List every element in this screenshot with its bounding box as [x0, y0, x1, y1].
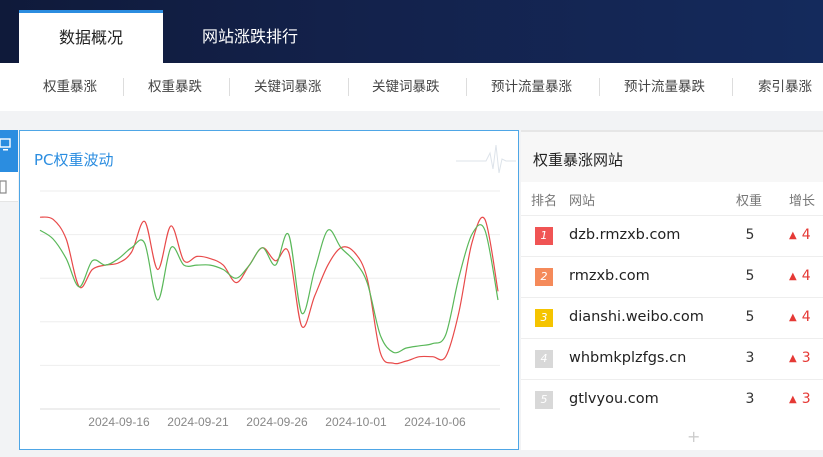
- monitor-icon: [0, 138, 11, 151]
- up-arrow-icon: ▲: [789, 230, 797, 241]
- sub-nav: 权重暴涨 权重暴跌 关键词暴涨 关键词暴跌 预计流量暴涨 预计流量暴跌 索引暴涨: [0, 63, 823, 111]
- weight-value: 5: [745, 268, 755, 284]
- tab-site-ranking[interactable]: 网站涨跌排行: [180, 10, 320, 63]
- subnav-divider: [123, 78, 124, 96]
- growth-number: 4: [801, 309, 811, 325]
- subnav-item-weight-surge[interactable]: 权重暴涨: [43, 63, 97, 111]
- growth-number: 4: [801, 268, 811, 284]
- subnav-divider: [229, 78, 230, 96]
- ranking-row[interactable]: 2 rmzxb.com 5 ▲ 4: [521, 256, 823, 297]
- growth-number: 3: [801, 350, 811, 366]
- weight-value: 3: [745, 391, 755, 407]
- ranking-row[interactable]: 1 dzb.rmzxb.com 5 ▲ 4: [521, 215, 823, 256]
- mobile-device-tab[interactable]: [0, 172, 18, 202]
- site-link[interactable]: whbmkplzfgs.cn: [569, 350, 686, 366]
- subnav-item-traffic-drop[interactable]: 预计流量暴跌: [624, 63, 705, 111]
- col-site: 网站: [569, 194, 596, 209]
- up-arrow-icon: ▲: [789, 312, 797, 323]
- subnav-divider: [466, 78, 467, 96]
- subnav-divider: [732, 78, 733, 96]
- growth-number: 3: [801, 391, 811, 407]
- weight-line-chart[interactable]: 2024-09-16 2024-09-21 2024-09-26 2024-10-01…: [20, 131, 520, 451]
- subnav-divider: [599, 78, 600, 96]
- rank-badge: 3: [535, 309, 553, 327]
- ranking-row[interactable]: 3 dianshi.weibo.com 5 ▲ 4: [521, 297, 823, 338]
- ranking-row[interactable]: 5 gtlvyou.com 3 ▲ 3: [521, 379, 823, 420]
- weight-value: 5: [745, 309, 755, 325]
- x-tick-label: 2024-10-06: [404, 415, 466, 429]
- series-line-2: [39, 224, 499, 354]
- pc-device-tab[interactable]: [0, 130, 18, 172]
- growth-value: ▲ 3: [789, 391, 811, 407]
- up-arrow-icon: ▲: [789, 353, 797, 364]
- ranking-header: 权重暴涨网站: [521, 130, 823, 182]
- x-tick-label: 2024-10-01: [325, 415, 387, 429]
- tab-data-overview[interactable]: 数据概况: [19, 10, 163, 63]
- subnav-item-weight-drop[interactable]: 权重暴跌: [148, 63, 202, 111]
- subnav-item-traffic-surge[interactable]: 预计流量暴涨: [491, 63, 572, 111]
- rank-badge: 1: [535, 227, 553, 245]
- site-link[interactable]: rmzxb.com: [569, 268, 650, 284]
- growth-value: ▲ 3: [789, 350, 811, 366]
- weight-value: 3: [745, 350, 755, 366]
- x-tick-label: 2024-09-21: [167, 415, 229, 429]
- subnav-item-index-surge[interactable]: 索引暴涨: [758, 63, 812, 111]
- rank-badge: 5: [535, 391, 553, 409]
- subnav-item-keyword-drop[interactable]: 关键词暴跌: [372, 63, 440, 111]
- subnav-divider: [348, 78, 349, 96]
- ranking-row[interactable]: 4 whbmkplzfgs.cn 3 ▲ 3: [521, 338, 823, 379]
- weight-value: 5: [745, 227, 755, 243]
- rank-badge: 4: [535, 350, 553, 368]
- top-header: 数据概况 网站涨跌排行: [0, 0, 823, 63]
- col-growth: 增长: [789, 194, 816, 209]
- growth-number: 4: [801, 227, 811, 243]
- phone-icon: [0, 180, 7, 194]
- rank-badge: 2: [535, 268, 553, 286]
- pc-weight-chart-panel: PC权重波动 2024-09-16 2024-09-21 2024-09-26 202…: [19, 130, 519, 450]
- x-tick-label: 2024-09-26: [246, 415, 308, 429]
- site-link[interactable]: gtlvyou.com: [569, 391, 659, 407]
- up-arrow-icon: ▲: [789, 394, 797, 405]
- site-link[interactable]: dianshi.weibo.com: [569, 309, 704, 325]
- x-tick-label: 2024-09-16: [88, 415, 150, 429]
- col-rank: 排名: [531, 194, 558, 209]
- growth-value: ▲ 4: [789, 227, 811, 243]
- ranking-title: 权重暴涨网站: [533, 151, 624, 169]
- subnav-item-keyword-surge[interactable]: 关键词暴涨: [254, 63, 322, 111]
- plus-icon: +: [687, 427, 701, 446]
- up-arrow-icon: ▲: [789, 271, 797, 282]
- col-weight: 权重: [736, 194, 763, 209]
- growth-value: ▲ 4: [789, 268, 811, 284]
- site-link[interactable]: dzb.rmzxb.com: [569, 227, 680, 243]
- growth-value: ▲ 4: [789, 309, 811, 325]
- ranking-panel: 权重暴涨网站 排名 网站 权重 增长 1 dzb.rmzxb.com 5 ▲ 4 2 rmz…: [521, 130, 823, 450]
- series-line-1: [39, 216, 499, 365]
